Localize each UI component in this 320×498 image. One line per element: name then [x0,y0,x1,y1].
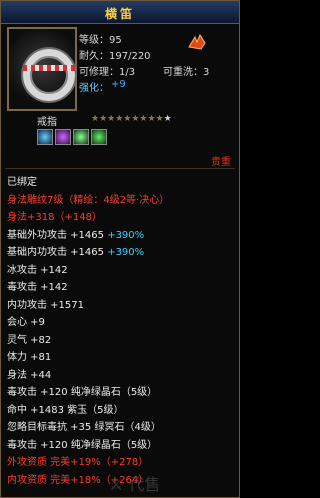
star-rating: ★★★★★★★★★★ [91,114,172,124]
attribute-line: 毒攻击 +120 纯净绿晶石（5级） [7,387,158,398]
attribute-line: 灵气 +82 [7,334,52,346]
attribute-line: 命中 +1483 紫玉（5级） [7,404,124,416]
item-rewash: 可重洗：3 [163,67,210,78]
attribute-line: 体力 +81 [7,352,52,363]
star-icon: ★★★★★★★★★ [91,114,164,124]
ring-icon [23,49,75,101]
ring-band-decoration [23,65,75,71]
item-type: 戒指 [37,117,57,128]
attribute-line: 身法雕纹7级（精绘：4级2等·决心） [7,194,170,206]
star-empty-icon: ★ [163,114,172,124]
attribute-line: 身法 +44 [7,369,52,381]
gem-slot-4-icon[interactable] [91,129,107,145]
item-repair: 可修理：1/3 [79,67,136,78]
dragon-emblem-icon [188,33,206,50]
enhance-label: 强化： [79,83,109,94]
gem-slot-3-icon[interactable] [73,129,89,145]
attribute-line: 身法+318（+148） [7,212,102,223]
divider [5,168,235,169]
attribute-line: 内功攻击 +1571 [7,299,85,311]
gem-slot-1-icon[interactable] [37,129,53,145]
attribute-line: 忽略目标毒抗 +35 绿冥石（4级） [7,422,161,433]
item-durability: 耐久：197/220 [79,51,151,62]
watermark-logo: ⚔ 代售 [109,475,161,494]
item-icon-frame [7,27,77,111]
attribute-line: 基础内功攻击 +1465 +390% [7,247,145,258]
tooltip-title-bar: 横笛 [1,1,239,24]
attribute-line: 毒攻击 +142 [7,282,68,293]
item-level: 等级：95 [79,35,122,46]
attribute-line: 毒攻击 +120 纯净绿晶石（5级） [7,439,158,451]
attribute-line: 已绑定 [7,177,37,188]
attribute-line: 冰攻击 +142 [7,264,68,276]
precious-badge: 贵重 [211,157,231,168]
item-tooltip: 横笛 等级：95 耐久：197/220 可修理：1/3 可重洗：3 强化： +9… [0,0,240,498]
item-name: 横笛 [104,7,135,21]
enhance-value: +9 [111,79,126,90]
gem-slot-2-icon[interactable] [55,129,71,145]
attribute-line: 外攻资质 完美+19%（+278） [7,457,149,468]
attribute-line: 基础外功攻击 +1465 +390% [7,229,145,241]
attribute-line: 会心 +9 [7,317,45,328]
